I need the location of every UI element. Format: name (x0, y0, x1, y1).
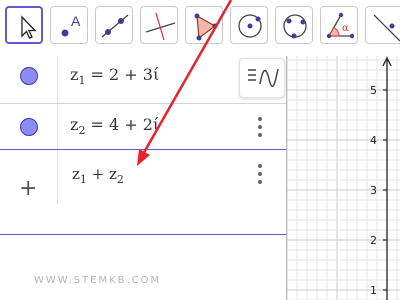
move-tool-button[interactable] (5, 6, 43, 44)
point-label: A (71, 13, 81, 29)
y-tick-label: 3 (370, 184, 377, 197)
y-tick-label: 2 (370, 234, 377, 247)
reflect-tool-button[interactable] (365, 6, 400, 44)
row-divider-vertical (57, 56, 58, 103)
angle-tool-button[interactable]: α (320, 6, 358, 44)
polygon-tool-button[interactable] (185, 6, 223, 44)
perpendicular-line-tool-button[interactable] (140, 6, 178, 44)
row-menu-button[interactable] (255, 117, 265, 137)
algebra-view: z1 = 2 + 3ί z2 = 4 + 2ί + z1 + z2 WWW.ST… (0, 56, 286, 300)
reflect-line-icon (373, 14, 400, 42)
expression-z1[interactable]: z1 = 2 + 3ί (70, 65, 159, 87)
toolbar: A α (0, 0, 400, 56)
y-tick-label: 5 (370, 84, 377, 97)
angle-icon: α (326, 12, 355, 39)
watermark-text: WWW.STEMKB.COM (34, 275, 162, 286)
graph-style-icon (248, 68, 279, 88)
graph-style-button[interactable] (239, 58, 285, 98)
y-tick-label: 1 (370, 284, 377, 297)
input-underline (0, 234, 286, 235)
algebra-input-field[interactable]: z1 + z2 (72, 165, 124, 186)
row-divider-vertical (57, 150, 58, 204)
line-tool-button[interactable] (95, 6, 133, 44)
angle-symbol: α (342, 23, 349, 34)
expression-z2[interactable]: z2 = 4 + 2ί (70, 115, 159, 137)
graphics-view[interactable]: 5 4 3 2 1 (287, 56, 400, 300)
add-item-button[interactable]: + (19, 176, 37, 201)
visibility-toggle-z2[interactable] (20, 118, 38, 136)
algebra-input-row[interactable]: + z1 + z2 (0, 150, 286, 204)
coordinate-grid (287, 56, 400, 300)
input-menu-button[interactable] (255, 164, 265, 184)
circle-center-icon (238, 14, 262, 38)
y-tick-label: 4 (370, 134, 377, 147)
circle-center-point-tool-button[interactable] (230, 6, 268, 44)
perpendicular-line-icon (145, 12, 176, 41)
row-divider-vertical (57, 104, 58, 149)
circle-three-points-tool-button[interactable] (275, 6, 313, 44)
point-tool-button[interactable]: A (50, 6, 88, 44)
circle-three-points-icon (283, 14, 307, 39)
line-icon (101, 14, 129, 38)
algebra-row-z2[interactable]: z2 = 4 + 2ί (0, 104, 286, 150)
point-icon: A (61, 13, 81, 37)
visibility-toggle-z1[interactable] (20, 67, 38, 85)
pointer-arrow-icon (21, 15, 37, 39)
polygon-icon (194, 13, 218, 41)
